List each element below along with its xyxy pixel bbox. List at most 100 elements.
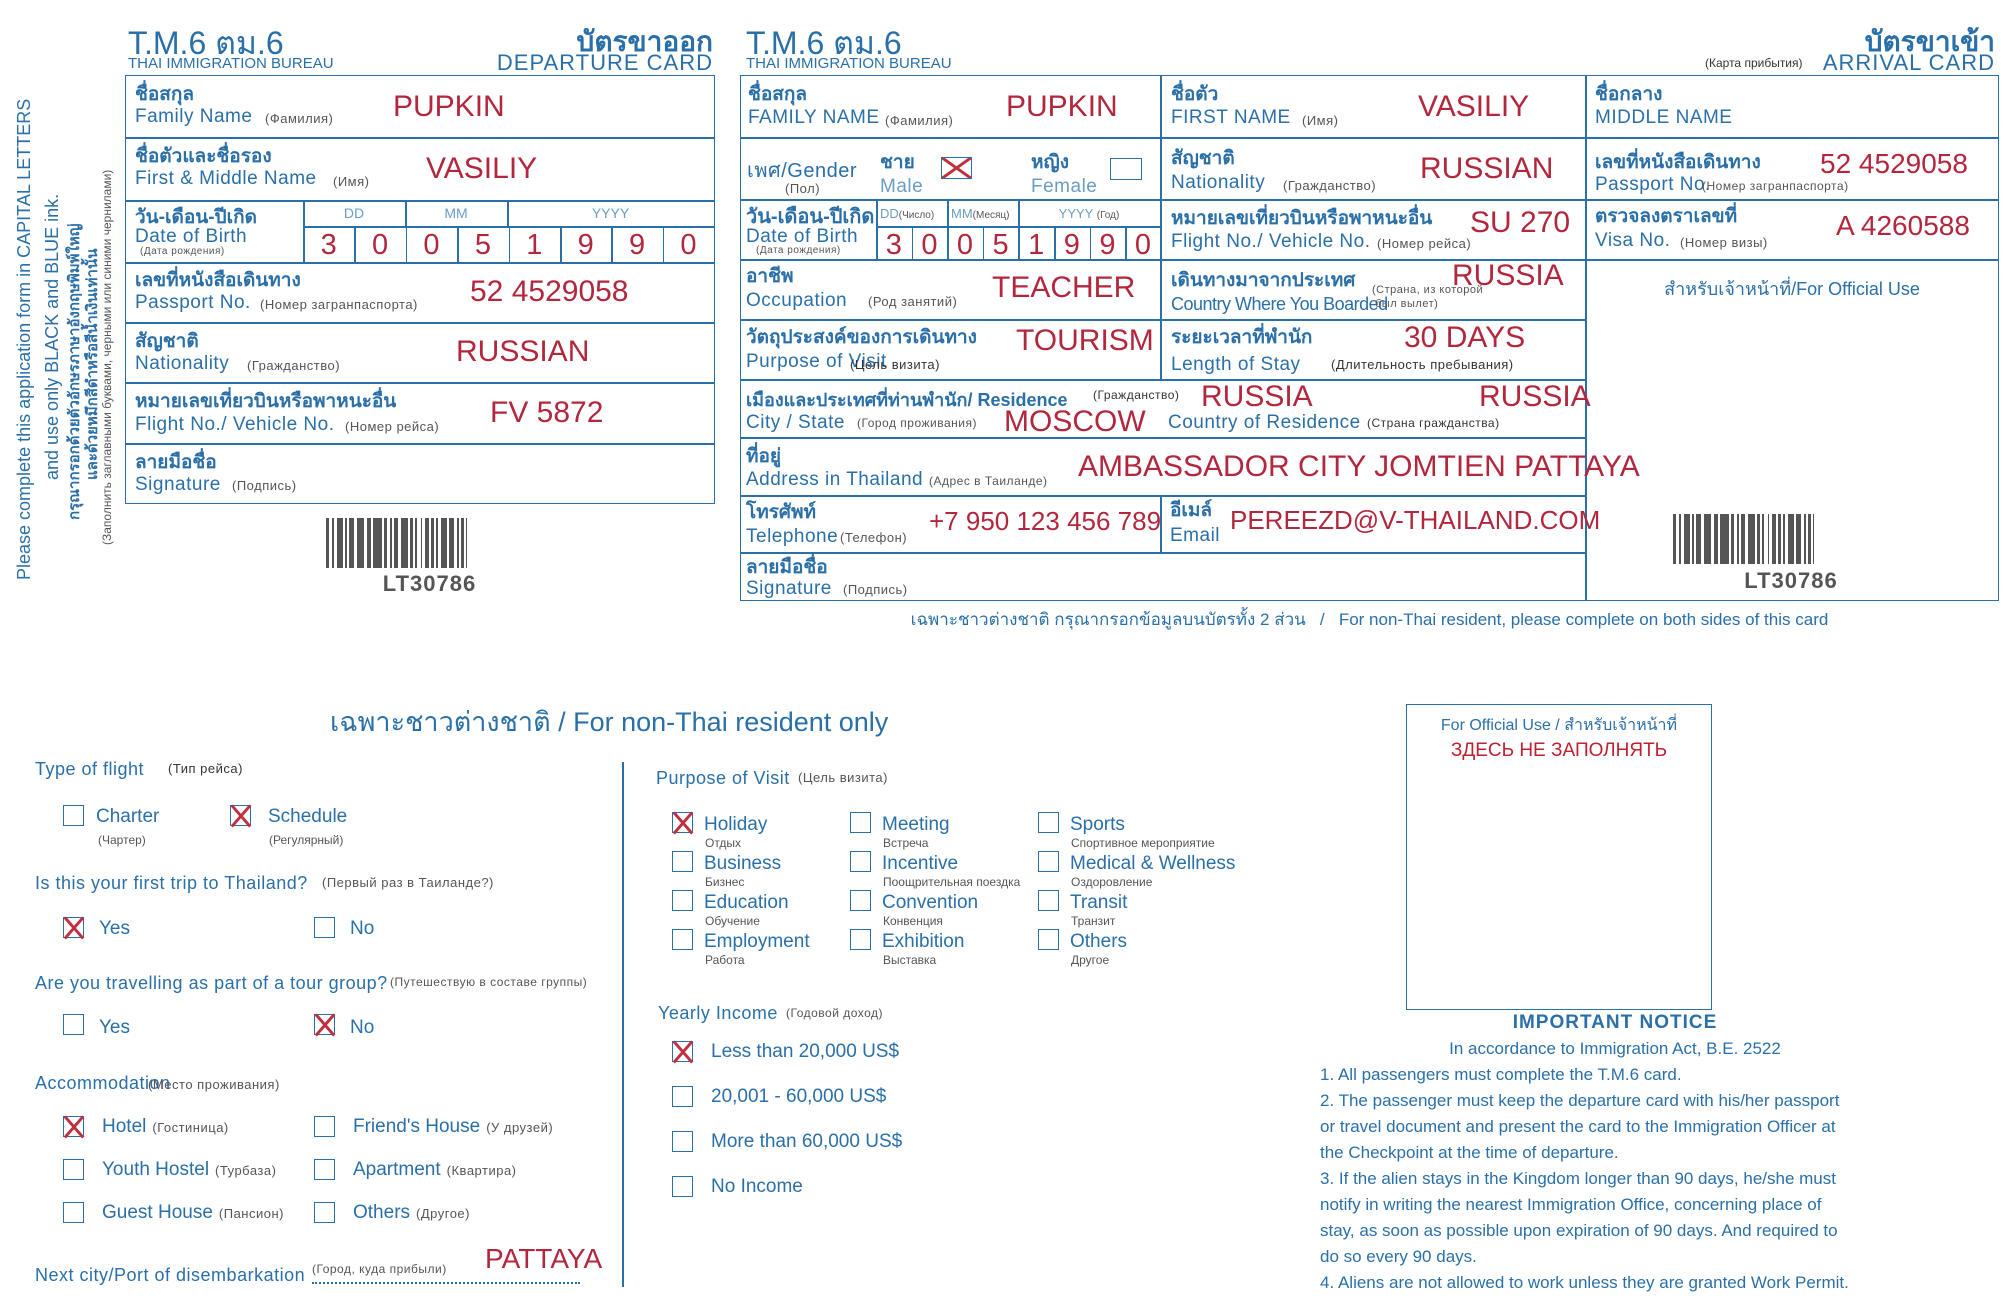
residence-ru-top: (Гражданство) — [1093, 388, 1180, 402]
dob-digit[interactable]: 1 — [1018, 229, 1054, 262]
arrival-country-value[interactable]: RUSSIA — [1479, 380, 1591, 414]
dob-digit[interactable]: 3 — [876, 229, 912, 262]
purpose-checkbox[interactable] — [1038, 812, 1059, 833]
income-checkbox[interactable] — [672, 1041, 693, 1062]
schedule-checkbox[interactable] — [230, 805, 251, 826]
label-en: Flight No./ Vehicle No. — [135, 414, 335, 435]
income-checkbox[interactable] — [672, 1131, 693, 1152]
barcode-bar — [1768, 514, 1769, 564]
purpose-checkbox[interactable] — [850, 890, 871, 911]
purpose-option-ru: Отдых — [705, 836, 742, 850]
purpose-option-ru: Другое — [1071, 953, 1110, 967]
male-checkbox[interactable] — [941, 157, 972, 179]
dob-digit[interactable]: 0 — [354, 229, 405, 262]
female-checkbox[interactable] — [1110, 158, 1142, 180]
arrival-telephone-value[interactable]: +7 950 123 456 789 — [929, 506, 1161, 537]
dob-digit[interactable]: 9 — [611, 229, 662, 262]
label-ru: (Телефон) — [840, 530, 908, 545]
arrival-purpose-value[interactable]: TOURISM — [1016, 324, 1154, 358]
tour-group-no-checkbox[interactable] — [314, 1014, 335, 1035]
barcode-bar — [357, 518, 364, 568]
income-checkbox[interactable] — [672, 1176, 693, 1197]
arrival-email-value[interactable]: PEREEZD@V-THAILAND.COM — [1230, 505, 1600, 536]
tour-group-yes-checkbox[interactable] — [63, 1014, 84, 1035]
income-checkbox[interactable] — [672, 1086, 693, 1107]
option-ru: (Квартира) — [446, 1163, 517, 1178]
label-en: FIRST NAME — [1171, 107, 1291, 128]
purpose-checkbox[interactable] — [850, 851, 871, 872]
purpose-option-ru: Обучение — [705, 914, 760, 928]
first-trip-yes-label: Yes — [99, 918, 130, 939]
country-label-ru: (Страна гражданства) — [1367, 416, 1500, 430]
departure-first-name-value[interactable]: VASILIY — [426, 152, 537, 186]
dob-digit[interactable]: 0 — [1125, 229, 1161, 262]
arrival-visa-value[interactable]: A 4260588 — [1836, 210, 1970, 242]
purpose-checkbox[interactable] — [850, 929, 871, 950]
income-option-label: Less than 20,000 US$ — [711, 1041, 900, 1062]
dob-digit[interactable]: 0 — [912, 229, 948, 262]
first-trip-label: Is this your first trip to Thailand? — [35, 873, 308, 893]
option-label: Guest House — [102, 1202, 213, 1223]
barcode-bar — [332, 518, 334, 568]
purpose-checkbox[interactable] — [672, 851, 693, 872]
label-thai: ชื่อสกุล — [748, 84, 808, 105]
income-option-label: 20,001 - 60,000 US$ — [711, 1086, 887, 1107]
accommodation-checkbox[interactable] — [314, 1202, 335, 1223]
arrival-official-use-label: สำหรับเจ้าหน้าที่/For Official Use — [1664, 279, 1920, 299]
next-city-value[interactable]: PATTAYA — [485, 1243, 602, 1275]
arrival-first-name-value[interactable]: VASILIY — [1418, 90, 1529, 124]
arrival-family-name-value[interactable]: PUPKIN — [1006, 90, 1118, 124]
arrival-occupation-value[interactable]: TEACHER — [992, 271, 1135, 305]
accommodation-checkbox[interactable] — [314, 1116, 335, 1137]
arrival-address-value[interactable]: AMBASSADOR CITY JOMTIEN PATTAYA — [1078, 450, 1640, 484]
purpose-checkbox[interactable] — [672, 890, 693, 911]
notice-line: 4. Aliens are not allowed to work unless… — [1320, 1273, 1849, 1292]
label-ru: (Адрес в Таиланде) — [929, 474, 1048, 488]
arrival-country-top-value[interactable]: RUSSIA — [1201, 380, 1313, 414]
charter-checkbox[interactable] — [63, 805, 84, 826]
purpose-checkbox[interactable] — [672, 929, 693, 950]
arrival-boarded-value[interactable]: RUSSIA — [1452, 259, 1564, 293]
accommodation-option-label: Youth Hostel (Турбаза) — [102, 1159, 276, 1181]
label-ru-2: был вылет) — [1375, 298, 1439, 310]
dob-digit[interactable]: 0 — [947, 229, 983, 262]
purpose-checkbox[interactable] — [1038, 890, 1059, 911]
purpose-checkbox[interactable] — [1038, 851, 1059, 872]
dob-digit[interactable]: 3 — [303, 229, 354, 262]
arrival-flight-value[interactable]: SU 270 — [1470, 206, 1570, 240]
dob-digit[interactable]: 9 — [1090, 229, 1126, 262]
arrival-passport-value[interactable]: 52 4529058 — [1820, 148, 1968, 180]
arrival-length-of-stay-value[interactable]: 30 DAYS — [1404, 321, 1525, 355]
dob-digit[interactable]: 9 — [1054, 229, 1090, 262]
purpose-checkbox[interactable] — [672, 812, 693, 833]
barcode-bar — [1696, 514, 1701, 564]
accommodation-checkbox[interactable] — [63, 1116, 84, 1137]
departure-flight-value[interactable]: FV 5872 — [490, 396, 603, 430]
departure-family-name-value[interactable]: PUPKIN — [393, 90, 505, 124]
label-en: Email — [1170, 525, 1221, 546]
income-ru: (Годовой доход) — [786, 1006, 884, 1020]
departure-nationality-value[interactable]: RUSSIAN — [456, 335, 589, 369]
first-trip-yes-checkbox[interactable] — [63, 917, 84, 938]
income-label: Yearly Income — [658, 1003, 778, 1023]
dob-digit[interactable]: 9 — [560, 229, 611, 262]
barcode-bar — [449, 518, 454, 568]
dob-digit[interactable]: 0 — [663, 229, 714, 262]
arrival-nationality-value[interactable]: RUSSIAN — [1420, 152, 1553, 186]
dob-digit[interactable]: 5 — [983, 229, 1019, 262]
first-trip-no-checkbox[interactable] — [314, 917, 335, 938]
barcode-bar — [1714, 514, 1718, 564]
purpose-checkbox[interactable] — [850, 812, 871, 833]
next-city-label: Next city/Port of disembarkation — [35, 1265, 306, 1285]
dob-digit[interactable]: 5 — [457, 229, 508, 262]
mm-label: MM(Месяц) — [951, 206, 1010, 221]
purpose-checkbox[interactable] — [1038, 929, 1059, 950]
accommodation-checkbox[interactable] — [63, 1159, 84, 1180]
barcode-bar — [1748, 514, 1755, 564]
accommodation-checkbox[interactable] — [314, 1159, 335, 1180]
dob-digit[interactable]: 0 — [406, 229, 457, 262]
departure-passport-value[interactable]: 52 4529058 — [470, 275, 629, 309]
accommodation-checkbox[interactable] — [63, 1202, 84, 1223]
arrival-city-value[interactable]: MOSCOW — [1004, 405, 1146, 439]
dob-digit[interactable]: 1 — [509, 229, 560, 262]
